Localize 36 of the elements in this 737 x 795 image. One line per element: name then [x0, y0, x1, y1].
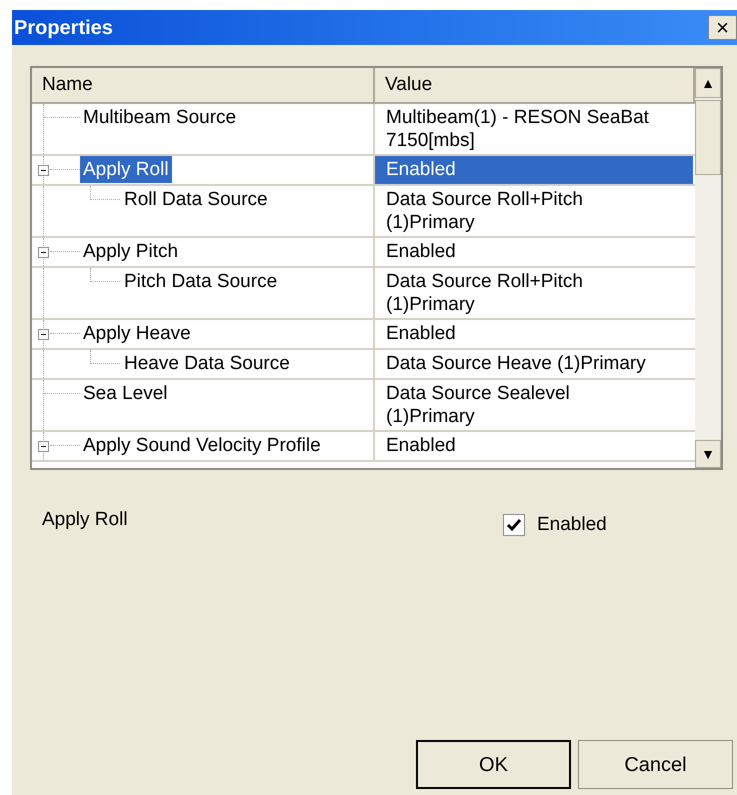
property-value: Data Source Heave (1)Primary [385, 352, 647, 376]
scroll-down-button[interactable]: ▼ [695, 440, 721, 468]
property-name[interactable]: Apply Heave [80, 320, 194, 347]
scroll-up-button[interactable]: ▲ [695, 68, 721, 98]
collapse-icon[interactable] [38, 328, 49, 340]
property-name[interactable]: Apply Sound Velocity Profile [80, 432, 324, 459]
property-value: Multibeam(1) - RESON SeaBat 7150[mbs] [385, 106, 650, 153]
property-name[interactable]: Pitch Data Source [121, 268, 280, 295]
cancel-button[interactable]: Cancel [578, 740, 733, 789]
property-name[interactable]: Apply Pitch [80, 238, 182, 265]
collapse-icon[interactable] [38, 164, 49, 176]
checkbox-label: Enabled [537, 513, 607, 537]
property-name[interactable]: Apply Roll [80, 156, 172, 183]
property-value: Enabled [385, 240, 457, 264]
ok-button[interactable]: OK [416, 740, 571, 789]
property-value: Enabled [385, 322, 457, 346]
property-name[interactable]: Sea Level [80, 380, 171, 407]
scroll-thumb[interactable] [695, 100, 721, 175]
collapse-icon[interactable] [38, 246, 49, 258]
property-name[interactable]: Multibeam Source [80, 104, 240, 131]
property-name[interactable]: Heave Data Source [121, 350, 293, 377]
window-title: Properties [14, 16, 113, 40]
property-name[interactable]: Roll Data Source [121, 186, 271, 213]
column-header[interactable]: Value [375, 68, 695, 104]
enabled-checkbox[interactable] [503, 514, 525, 536]
property-label: Apply Roll [42, 508, 129, 532]
property-value: Data Source Roll+Pitch (1)Primary [385, 270, 584, 317]
property-value: Enabled [375, 156, 693, 184]
property-value: Data Source Sealevel (1)Primary [385, 382, 571, 429]
property-value: Enabled [385, 434, 457, 458]
close-button[interactable]: × [708, 15, 737, 40]
scrollbar[interactable]: ▲ ▼ [695, 68, 721, 468]
check-icon [507, 519, 521, 532]
column-header[interactable]: Name [32, 68, 375, 104]
collapse-icon[interactable] [38, 440, 49, 452]
property-value: Data Source Roll+Pitch (1)Primary [385, 188, 584, 235]
